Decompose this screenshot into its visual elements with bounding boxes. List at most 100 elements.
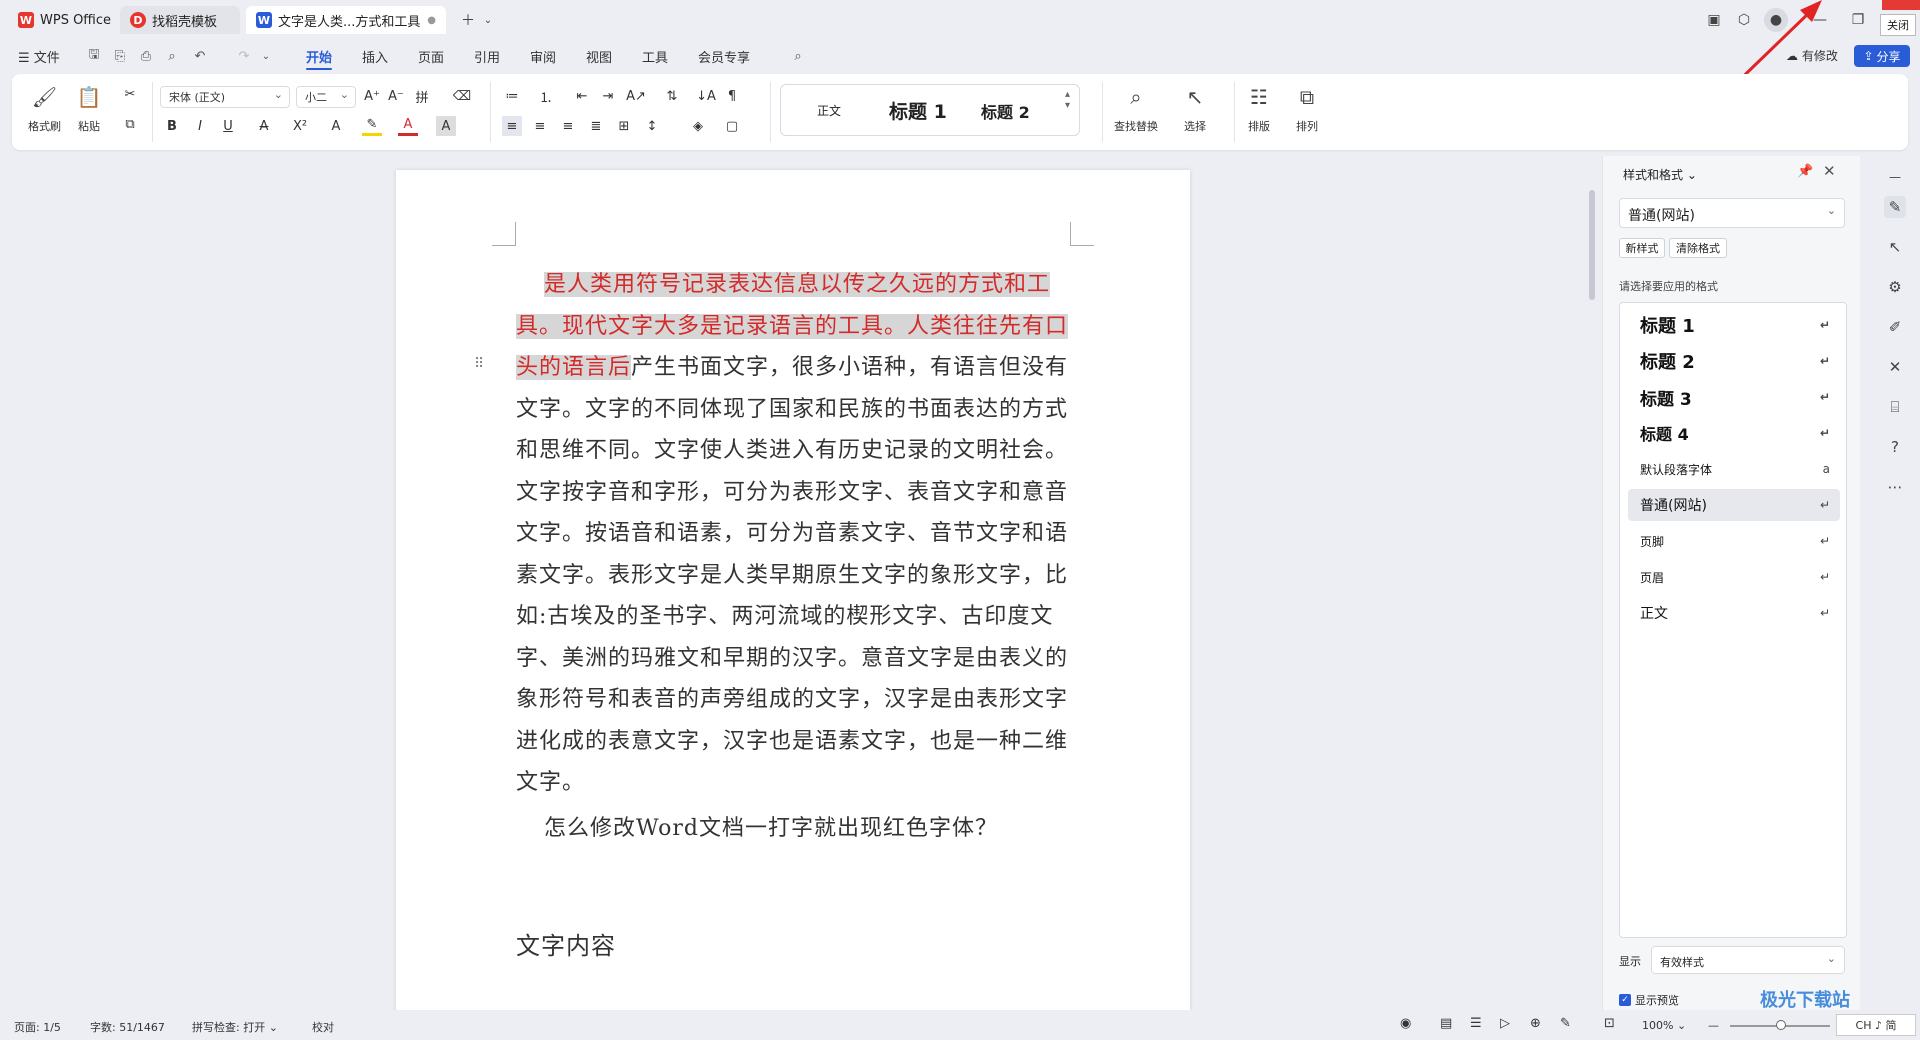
menu-reference[interactable]: 引用 [474,47,500,66]
new-style-button[interactable]: 新样式 [1619,238,1665,258]
format-painter-button[interactable]: 🖌 格式刷 [28,84,61,134]
menu-home[interactable]: 开始 [306,47,333,70]
print-preview-icon[interactable]: ⌕ [162,46,182,66]
style-item-heading-3[interactable]: 标题 3 ↵ [1628,381,1840,413]
menu-review[interactable]: 审阅 [530,47,556,66]
help-icon[interactable]: ? [1884,436,1906,458]
book-icon[interactable]: ⌸ [1884,396,1906,418]
show-filter-select[interactable]: 有效样式 ⌄ [1651,946,1845,974]
style-item-heading-4[interactable]: 标题 4 ↵ [1628,417,1840,449]
grow-font-icon[interactable]: A⁺ [362,86,382,106]
style-item-default-font[interactable]: 默认段落字体 a [1628,453,1840,485]
edit-doc-icon[interactable]: ✐ [1884,316,1906,338]
font-color-icon[interactable]: A [398,116,418,136]
unsaved-dot-icon[interactable]: ● [427,15,436,26]
align-left-icon[interactable]: ≡ [502,116,522,136]
underline-icon[interactable]: U [218,116,238,136]
border-icon[interactable]: ▢ [722,116,742,136]
pinyin-icon[interactable]: 拼 [412,86,432,106]
export-icon[interactable]: ⎘ [110,46,130,66]
tab-list-chevron-icon[interactable]: ⌄ [476,8,500,32]
menu-insert[interactable]: 插入 [362,47,388,66]
fit-page-icon[interactable]: ⊡ [1604,1016,1615,1031]
paste-button[interactable]: 📋 粘贴 [76,84,102,134]
font-size-select[interactable]: 小二 [296,86,356,108]
close-button[interactable] [1882,0,1920,10]
style-normal[interactable]: 正文 [817,102,841,119]
adjust-icon[interactable]: ⚙ [1884,276,1906,298]
style-heading-2[interactable]: 标题 2 [981,99,1030,123]
menu-view[interactable]: 视图 [586,47,612,66]
clear-format-icon[interactable]: ⌫ [452,86,472,106]
pen-icon[interactable]: ✎ [1560,1016,1571,1031]
bullet-list-icon[interactable]: ≔ [502,86,522,106]
eye-protect-icon[interactable]: ◉ [1400,1016,1411,1031]
italic-icon[interactable]: I [190,116,210,136]
style-item-header[interactable]: 页眉 ↵ [1628,561,1840,593]
show-marks-icon[interactable]: ¶ [722,86,742,106]
drag-handle-icon[interactable]: ⠿ [474,356,484,372]
align-center-icon[interactable]: ≡ [530,116,550,136]
font-name-select[interactable]: 宋体 (正文) [160,86,290,108]
undo-icon[interactable]: ↶ [190,46,210,66]
current-style-select[interactable]: 普通(网站) ⌄ [1619,198,1845,228]
tab-docer[interactable]: D 找稻壳模板 [120,6,240,34]
copy-icon[interactable]: ⧉ [120,114,140,134]
share-button[interactable]: ⇪ 分享 [1854,45,1910,67]
section-heading[interactable]: 文字内容 [516,926,1076,968]
collapse-icon[interactable]: — [1884,166,1906,188]
more-chevron-icon[interactable]: ⌄ [256,46,276,66]
style-item-footer[interactable]: 页脚 ↵ [1628,525,1840,557]
tab-wps-office[interactable]: W WPS Office [8,6,114,34]
preview-checkbox[interactable]: ✓ 显示预览 [1619,992,1679,1008]
style-item-heading-2[interactable]: 标题 2 ↵ [1628,345,1840,377]
char-shading-icon[interactable]: A [436,116,456,136]
save-icon[interactable]: 🖫 [84,46,104,66]
print-icon[interactable]: ⎙ [136,46,156,66]
sort-icon[interactable]: ⇅ [662,86,682,106]
pin-icon[interactable]: 📌 [1797,164,1813,179]
shrink-font-icon[interactable]: A⁻ [386,86,406,106]
search-icon[interactable]: ⌕ [788,46,808,66]
body-paragraph-1[interactable]: 是人类用符号记录表达信息以传之久远的方式和工具。现代文字大多是记录语言的工具。人… [516,264,1076,804]
justify-icon[interactable]: ≣ [586,116,606,136]
line-spacing-icon[interactable]: ↕ [642,116,662,136]
align-right-icon[interactable]: ≡ [558,116,578,136]
more-icon[interactable]: ⋯ [1884,476,1906,498]
close-icon[interactable]: ✕ [1823,162,1836,180]
page-indicator[interactable]: 页面: 1/5 [14,1019,61,1035]
document-page[interactable]: 是人类用符号记录表达信息以传之久远的方式和工具。现代文字大多是记录语言的工具。人… [396,170,1190,1040]
modified-button[interactable]: ☁ 有修改 [1786,47,1838,64]
select-cursor-icon[interactable]: ↖ [1884,236,1906,258]
bold-icon[interactable]: B [162,116,182,136]
distributed-icon[interactable]: ⊞ [614,116,634,136]
menu-member[interactable]: 会员专享 [698,47,750,66]
web-view-icon[interactable]: ⊕ [1530,1016,1541,1031]
sort-az-icon[interactable]: ↓A [696,86,716,106]
document-scrollbar[interactable] [1584,156,1600,1010]
gallery-scroll-icon[interactable]: ▴ ▾ [1065,89,1070,111]
superscript-icon[interactable]: X² [290,116,310,136]
spell-check[interactable]: 拼写检查: 打开 ⌄ [192,1019,278,1035]
menu-tools[interactable]: 工具 [642,47,668,66]
numbered-list-icon[interactable]: ⒈ [536,86,556,106]
find-replace-button[interactable]: ⌕ 查找替换 [1114,84,1158,134]
scroll-thumb[interactable] [1589,190,1595,300]
zoom-slider-thumb[interactable] [1776,1020,1786,1030]
restore-icon[interactable]: ❐ [1846,8,1870,32]
proofread[interactable]: 校对 [312,1019,334,1035]
cut-icon[interactable]: ✂ [120,84,140,104]
body-paragraph-2[interactable]: 怎么修改Word文档一打字就出现红色字体？ [516,808,1076,850]
select-button[interactable]: ↖ 选择 [1182,84,1208,134]
redo-icon[interactable]: ↷ [234,46,254,66]
style-item-body[interactable]: 正文 ↵ [1628,597,1840,629]
text-effect-icon[interactable]: A [326,116,346,136]
style-heading-1[interactable]: 标题 1 [889,97,947,124]
decrease-indent-icon[interactable]: ⇤ [572,86,592,106]
menu-page[interactable]: 页面 [418,47,444,66]
strikethrough-icon[interactable]: A [254,116,274,136]
style-pen-icon[interactable]: ✎ [1884,196,1906,218]
play-icon[interactable]: ▷ [1500,1016,1510,1031]
layout-button[interactable]: ☷ 排版 [1246,84,1272,134]
tools-icon[interactable]: ✕ [1884,356,1906,378]
